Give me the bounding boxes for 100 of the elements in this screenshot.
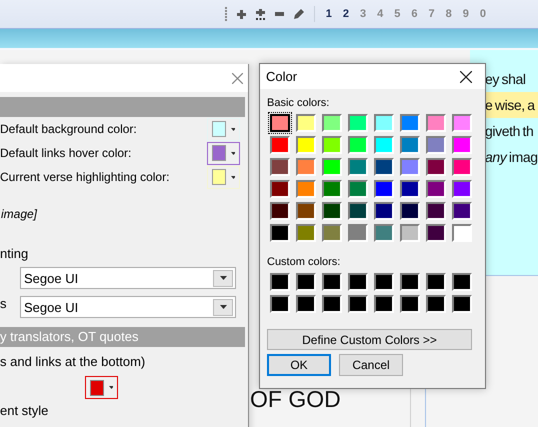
color-cell[interactable] bbox=[322, 114, 342, 132]
color-cell[interactable] bbox=[296, 158, 316, 176]
caret-icon bbox=[108, 386, 113, 389]
color-picker-button[interactable] bbox=[85, 376, 118, 399]
color-cell[interactable] bbox=[426, 202, 446, 220]
color-cell[interactable] bbox=[322, 224, 342, 242]
color-cell[interactable] bbox=[374, 180, 394, 198]
color-cell[interactable] bbox=[322, 136, 342, 154]
number-button[interactable]: 7 bbox=[428, 8, 435, 20]
color-cell[interactable] bbox=[452, 273, 472, 291]
verse-text: any imag bbox=[484, 148, 538, 167]
color-cell[interactable] bbox=[452, 224, 472, 242]
color-cell[interactable] bbox=[400, 158, 420, 176]
option-note: s and links at the bottom) bbox=[0, 354, 146, 370]
color-cell[interactable] bbox=[270, 136, 290, 154]
color-cell[interactable] bbox=[426, 158, 446, 176]
verse-text: giveth th bbox=[484, 122, 534, 141]
font-dropdown[interactable]: Segoe UI bbox=[20, 267, 236, 289]
dialog-button[interactable]: OK bbox=[267, 354, 331, 376]
color-cell[interactable] bbox=[348, 180, 368, 198]
color-picker-button[interactable] bbox=[207, 142, 240, 164]
color-cell[interactable] bbox=[348, 295, 368, 313]
color-cell[interactable] bbox=[322, 180, 342, 198]
color-cell[interactable] bbox=[426, 295, 446, 313]
color-cell[interactable] bbox=[452, 180, 472, 198]
color-cell[interactable] bbox=[348, 273, 368, 291]
color-cell[interactable] bbox=[374, 202, 394, 220]
color-cell[interactable] bbox=[374, 136, 394, 154]
color-cell[interactable] bbox=[374, 295, 394, 313]
color-cell[interactable] bbox=[426, 224, 446, 242]
number-button[interactable]: 3 bbox=[360, 8, 366, 20]
caret-icon bbox=[230, 128, 235, 130]
color-cell[interactable] bbox=[426, 273, 446, 291]
color-cell[interactable] bbox=[452, 202, 472, 220]
number-button[interactable]: 1 bbox=[326, 8, 332, 20]
color-cell[interactable] bbox=[426, 114, 446, 132]
color-cell[interactable] bbox=[426, 180, 446, 198]
pen-icon[interactable] bbox=[294, 9, 304, 19]
color-cell[interactable] bbox=[348, 224, 368, 242]
color-cell[interactable] bbox=[400, 273, 420, 291]
caret-icon bbox=[220, 305, 226, 309]
number-button[interactable]: 2 bbox=[342, 8, 349, 20]
number-button[interactable]: 0 bbox=[480, 8, 486, 20]
plus-icon[interactable] bbox=[236, 10, 246, 18]
color-cell[interactable] bbox=[452, 295, 472, 313]
color-cell[interactable] bbox=[400, 202, 420, 220]
number-button[interactable]: 9 bbox=[462, 8, 469, 20]
section-label: Basic colors: bbox=[267, 97, 330, 111]
close-icon[interactable] bbox=[460, 70, 472, 82]
number-button[interactable]: 6 bbox=[411, 8, 418, 20]
font-label: s bbox=[0, 296, 8, 311]
color-cell[interactable] bbox=[270, 295, 290, 313]
dialog-button[interactable]: Cancel bbox=[339, 354, 403, 376]
color-cell[interactable] bbox=[400, 224, 420, 242]
color-cell[interactable] bbox=[322, 158, 342, 176]
color-cell[interactable] bbox=[452, 158, 472, 176]
color-cell[interactable] bbox=[270, 273, 290, 291]
color-cell[interactable] bbox=[374, 224, 394, 242]
section-bar: y translators, OT quotes bbox=[0, 327, 245, 347]
color-cell[interactable] bbox=[348, 158, 368, 176]
minus-icon[interactable] bbox=[274, 12, 284, 16]
font-dropdown[interactable]: Segoe UI bbox=[20, 296, 236, 318]
number-button[interactable]: 8 bbox=[446, 8, 452, 20]
color-cell[interactable] bbox=[270, 114, 290, 132]
color-cell[interactable] bbox=[296, 295, 316, 313]
color-cell[interactable] bbox=[296, 202, 316, 220]
color-cell[interactable] bbox=[296, 180, 316, 198]
section-label: Custom colors: bbox=[267, 256, 342, 270]
color-cell[interactable] bbox=[426, 136, 446, 154]
color-cell[interactable] bbox=[348, 202, 368, 220]
heading: OF GOD bbox=[250, 386, 341, 413]
color-cell[interactable] bbox=[374, 114, 394, 132]
color-cell[interactable] bbox=[270, 202, 290, 220]
color-cell[interactable] bbox=[270, 224, 290, 242]
color-cell[interactable] bbox=[296, 273, 316, 291]
color-cell[interactable] bbox=[348, 136, 368, 154]
color-cell[interactable] bbox=[296, 136, 316, 154]
color-cell[interactable] bbox=[452, 114, 472, 132]
verse-text: ey shal bbox=[484, 70, 527, 89]
color-cell[interactable] bbox=[400, 136, 420, 154]
color-cell[interactable] bbox=[400, 295, 420, 313]
color-cell[interactable] bbox=[270, 158, 290, 176]
color-cell[interactable] bbox=[400, 114, 420, 132]
number-button[interactable]: 4 bbox=[377, 8, 384, 20]
define-colors-button[interactable]: Define Custom Colors >> bbox=[267, 329, 472, 350]
color-cell[interactable] bbox=[322, 295, 342, 313]
number-button[interactable]: 5 bbox=[394, 8, 400, 20]
option-label: Current verse highlighting color: bbox=[0, 170, 170, 184]
color-cell[interactable] bbox=[374, 158, 394, 176]
color-cell[interactable] bbox=[322, 273, 342, 291]
color-cell[interactable] bbox=[400, 180, 420, 198]
color-cell[interactable] bbox=[452, 136, 472, 154]
color-cell[interactable] bbox=[270, 180, 290, 198]
plus-dots-icon[interactable] bbox=[256, 8, 265, 20]
color-cell[interactable] bbox=[374, 273, 394, 291]
color-cell[interactable] bbox=[322, 202, 342, 220]
color-cell[interactable] bbox=[296, 114, 316, 132]
color-cell[interactable] bbox=[348, 114, 368, 132]
color-cell[interactable] bbox=[296, 224, 316, 242]
caret-icon bbox=[230, 176, 235, 178]
